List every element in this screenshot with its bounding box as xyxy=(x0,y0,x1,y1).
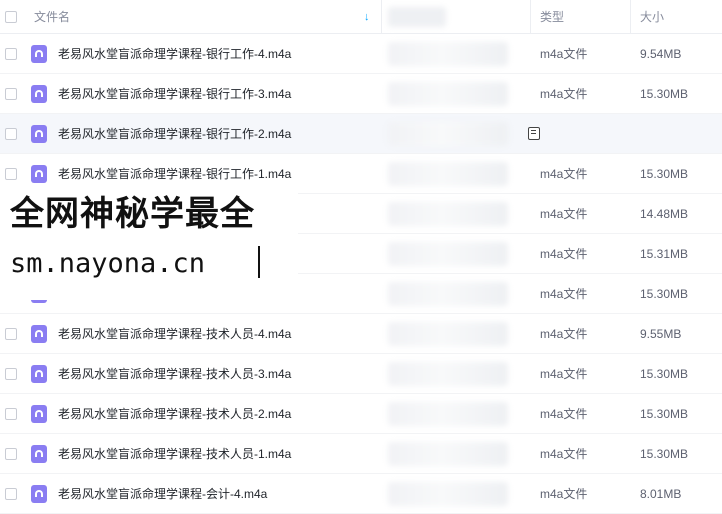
blurred-column-header xyxy=(388,7,446,27)
file-size: 15.30MB xyxy=(640,447,689,461)
file-type: m4a文件 xyxy=(540,407,588,421)
row-checkbox[interactable] xyxy=(5,48,17,60)
blurred-cell xyxy=(388,322,508,346)
file-size: 9.55MB xyxy=(640,327,682,341)
row-checkbox[interactable] xyxy=(5,168,17,180)
blurred-cell xyxy=(388,362,508,386)
file-type: m4a文件 xyxy=(540,247,588,261)
file-name[interactable]: 老易风水堂盲派命理学课程-银行工作-2.m4a xyxy=(58,114,291,154)
column-divider[interactable] xyxy=(530,0,531,34)
file-size: 14.48MB xyxy=(640,207,689,221)
file-row[interactable]: 老易风水堂盲派命理学课程-银行工作-3.m4a m4a文件 15.30MB xyxy=(0,74,722,114)
file-name[interactable]: 老易风水堂盲派命理学课程-技术人员-3.m4a xyxy=(58,354,291,394)
audio-file-icon xyxy=(31,405,47,423)
file-row[interactable]: 老易风水堂盲派命理学课程-技术人员-4.m4a m4a文件 9.55MB xyxy=(0,314,722,354)
blurred-cell xyxy=(388,82,508,106)
text-cursor xyxy=(258,246,260,278)
file-type: m4a文件 xyxy=(540,447,588,461)
file-size: 8.01MB xyxy=(640,487,682,501)
file-size: 15.31MB xyxy=(640,247,689,261)
row-checkbox[interactable] xyxy=(5,488,17,500)
audio-file-icon xyxy=(31,125,47,143)
audio-file-icon xyxy=(31,45,47,63)
blurred-cell xyxy=(388,42,508,66)
file-name[interactable]: 老易风水堂盲派命理学课程-技术人员-2.m4a xyxy=(58,394,291,434)
row-checkbox[interactable] xyxy=(5,408,17,420)
audio-file-icon xyxy=(31,165,47,183)
file-type: m4a文件 xyxy=(540,367,588,381)
file-type: m4a文件 xyxy=(540,487,588,501)
column-divider[interactable] xyxy=(630,0,631,34)
watermark-line-1: 全网神秘学最全 xyxy=(10,194,255,234)
column-header-type[interactable]: 类型 xyxy=(540,0,564,34)
file-type: m4a文件 xyxy=(540,327,588,341)
file-size: 15.30MB xyxy=(640,167,689,181)
blurred-cell xyxy=(388,202,508,226)
audio-file-icon xyxy=(31,85,47,103)
select-all-checkbox[interactable] xyxy=(5,11,17,23)
file-row[interactable]: 老易风水堂盲派命理学课程-银行工作-4.m4a m4a文件 9.54MB xyxy=(0,34,722,74)
file-name[interactable]: 老易风水堂盲派命理学课程-会计-4.m4a xyxy=(58,474,267,514)
file-size: 15.30MB xyxy=(640,287,689,301)
column-divider[interactable] xyxy=(381,0,382,34)
blurred-cell xyxy=(388,122,508,146)
file-type: m4a文件 xyxy=(540,287,588,301)
file-name[interactable]: 老易风水堂盲派命理学课程-技术人员-4.m4a xyxy=(58,314,291,354)
row-checkbox[interactable] xyxy=(5,328,17,340)
row-checkbox[interactable] xyxy=(5,128,17,140)
file-type: m4a文件 xyxy=(540,207,588,221)
file-row[interactable]: 老易风水堂盲派命理学课程-会计-4.m4a m4a文件 8.01MB xyxy=(0,474,722,514)
watermark-overlay: 全网神秘学最全 sm.nayona.cn xyxy=(0,188,298,300)
audio-file-icon xyxy=(31,485,47,503)
file-size: 15.30MB xyxy=(640,87,689,101)
watermark-line-2: sm.nayona.cn xyxy=(10,248,206,279)
audio-file-icon xyxy=(31,365,47,383)
blurred-cell xyxy=(388,442,508,466)
audio-file-icon xyxy=(31,445,47,463)
blurred-cell xyxy=(388,482,508,506)
file-name[interactable]: 老易风水堂盲派命理学课程-技术人员-1.m4a xyxy=(58,434,291,474)
file-type: m4a文件 xyxy=(540,167,588,181)
blurred-cell xyxy=(388,162,508,186)
file-type: m4a文件 xyxy=(540,87,588,101)
column-header-name[interactable]: 文件名 xyxy=(34,0,70,34)
file-size: 9.54MB xyxy=(640,47,682,61)
file-size: 15.30MB xyxy=(640,407,689,421)
file-row[interactable]: 老易风水堂盲派命理学课程-技术人员-2.m4a m4a文件 15.30MB xyxy=(0,394,722,434)
file-row[interactable]: 老易风水堂盲派命理学课程-技术人员-3.m4a m4a文件 15.30MB xyxy=(0,354,722,394)
row-checkbox[interactable] xyxy=(5,368,17,380)
sort-down-arrow-icon[interactable]: ↓ xyxy=(364,0,370,34)
blurred-cell xyxy=(388,242,508,266)
file-list-header: 文件名 ↓ 类型 大小 xyxy=(0,0,722,34)
row-checkbox[interactable] xyxy=(5,88,17,100)
document-icon[interactable] xyxy=(528,127,540,140)
blurred-cell xyxy=(388,402,508,426)
column-header-size[interactable]: 大小 xyxy=(640,0,664,34)
audio-file-icon xyxy=(31,325,47,343)
file-name[interactable]: 老易风水堂盲派命理学课程-银行工作-4.m4a xyxy=(58,34,291,74)
file-name[interactable]: 老易风水堂盲派命理学课程-银行工作-3.m4a xyxy=(58,74,291,114)
file-size: 15.30MB xyxy=(640,367,689,381)
file-row[interactable]: 老易风水堂盲派命理学课程-技术人员-1.m4a m4a文件 15.30MB xyxy=(0,434,722,474)
row-checkbox[interactable] xyxy=(5,448,17,460)
blurred-cell xyxy=(388,282,508,306)
file-row[interactable]: 老易风水堂盲派命理学课程-银行工作-2.m4a xyxy=(0,114,722,154)
file-type: m4a文件 xyxy=(540,47,588,61)
